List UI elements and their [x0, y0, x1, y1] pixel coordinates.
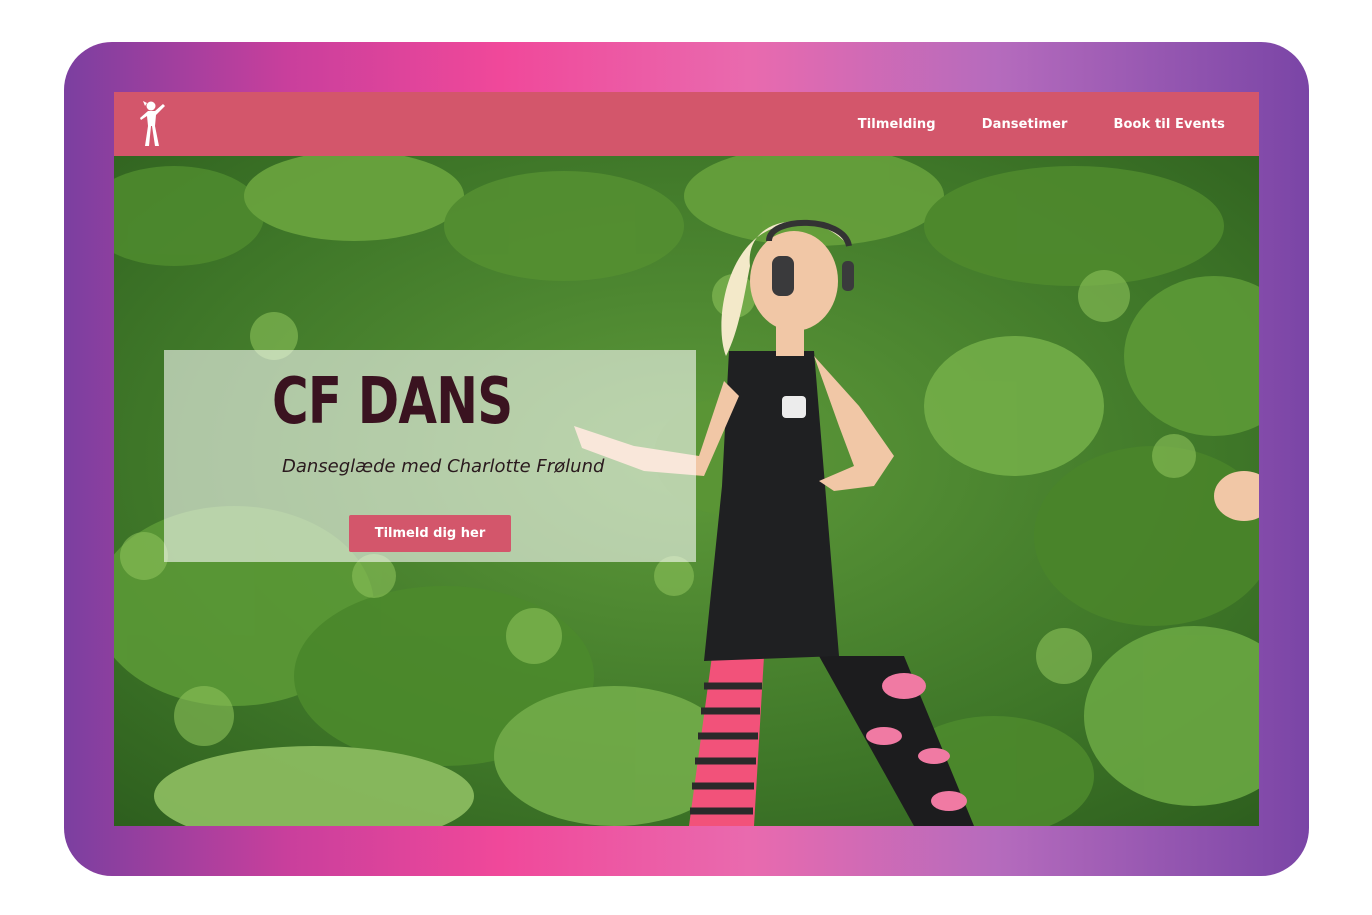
signup-button[interactable]: Tilmeld dig her [349, 515, 511, 552]
hero-title: CF DANS [272, 365, 513, 439]
nav-link-book-til-events[interactable]: Book til Events [1114, 117, 1225, 132]
hero-section: CF DANS Danseglæde med Charlotte Frølund… [114, 156, 1259, 826]
hero-subtitle: Danseglæde med Charlotte Frølund [282, 456, 605, 477]
main-nav: Tilmelding Dansetimer Book til Events [858, 92, 1225, 156]
nav-link-dansetimer[interactable]: Dansetimer [982, 117, 1068, 132]
navbar: Tilmelding Dansetimer Book til Events [114, 92, 1259, 156]
hero-overlay-card: CF DANS Danseglæde med Charlotte Frølund… [164, 350, 696, 562]
dancer-logo-icon[interactable] [136, 100, 168, 148]
website-screen: Tilmelding Dansetimer Book til Events CF… [114, 92, 1259, 826]
nav-link-tilmelding[interactable]: Tilmelding [858, 117, 936, 132]
